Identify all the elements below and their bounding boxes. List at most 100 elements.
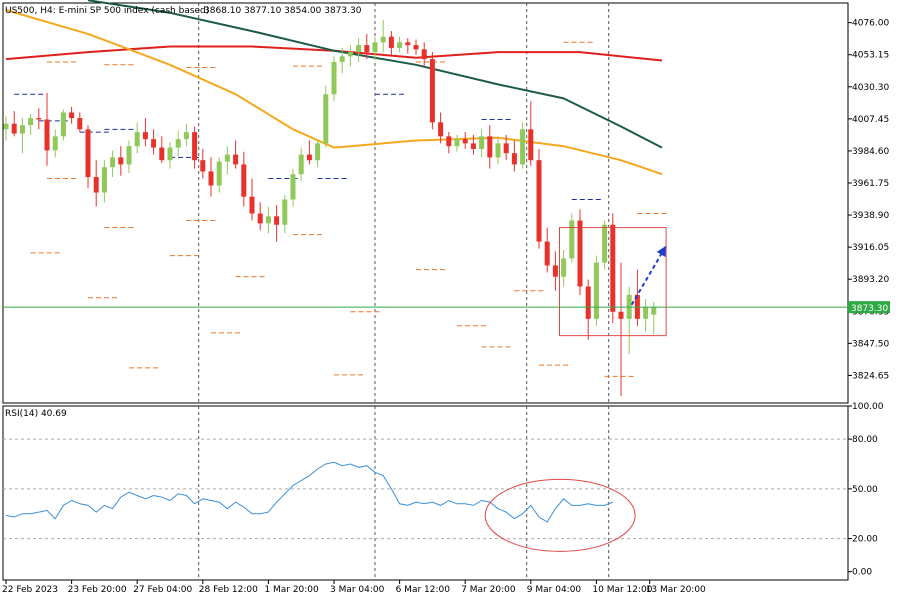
rsi-pane[interactable]: 100.00 80.00 50.00 20.00 0.00 <box>2 402 900 581</box>
candle[interactable] <box>454 134 460 152</box>
x-tick-label: 22 Feb 2023 <box>2 585 58 595</box>
y-tick-label: 3893.20 <box>852 275 889 285</box>
candle[interactable] <box>183 123 189 147</box>
candle[interactable] <box>241 151 247 207</box>
candle[interactable] <box>101 160 107 203</box>
candle[interactable] <box>413 39 419 55</box>
candle[interactable] <box>380 19 386 53</box>
candle[interactable] <box>643 299 649 332</box>
candle-body <box>446 136 452 147</box>
candle-body <box>110 157 116 168</box>
candle-body <box>315 143 321 161</box>
candle[interactable] <box>60 109 66 141</box>
candle[interactable] <box>593 255 599 326</box>
candle-body <box>585 286 591 319</box>
candle[interactable] <box>216 157 222 193</box>
candle[interactable] <box>257 202 263 231</box>
candle[interactable] <box>126 140 132 173</box>
candle[interactable] <box>118 146 124 176</box>
rsi-tick-label: 50.00 <box>852 485 878 495</box>
candle[interactable] <box>388 31 394 57</box>
trading-chart[interactable]: 4076.00 4053.15 4030.30 4007.45 3984.60 3961.… <box>0 0 900 600</box>
candle[interactable] <box>52 129 58 158</box>
candle-body <box>134 132 140 147</box>
candle[interactable] <box>200 148 206 179</box>
candle[interactable] <box>331 56 337 102</box>
y-tick-label: 4053.15 <box>852 51 889 61</box>
candle[interactable] <box>462 132 468 149</box>
candle-body <box>561 258 567 277</box>
candle[interactable] <box>110 150 116 178</box>
candle-body <box>651 307 657 315</box>
candle-body <box>610 224 616 312</box>
candle[interactable] <box>528 101 534 166</box>
price-pane-frame <box>2 2 849 404</box>
candle[interactable] <box>536 148 542 249</box>
candle-body <box>429 59 435 123</box>
candle-body <box>60 112 66 137</box>
candle[interactable] <box>249 178 255 221</box>
candle[interactable] <box>69 106 75 124</box>
candle[interactable] <box>19 118 25 154</box>
price-pane[interactable]: 4076.00 4053.15 4030.30 4007.45 3984.60 3961.… <box>2 0 900 404</box>
candle[interactable] <box>561 250 567 287</box>
candle-body <box>118 157 124 165</box>
candle[interactable] <box>405 38 411 54</box>
candle-body <box>290 174 296 200</box>
candle-body <box>192 132 198 161</box>
candle-body <box>479 136 485 149</box>
candle[interactable] <box>511 140 517 172</box>
candle[interactable] <box>167 141 173 169</box>
candle[interactable] <box>208 157 214 197</box>
candle[interactable] <box>520 122 526 169</box>
candle-body <box>36 118 42 120</box>
candle[interactable] <box>224 146 230 175</box>
candle[interactable] <box>298 147 304 182</box>
candle[interactable] <box>487 125 493 169</box>
candle[interactable] <box>159 136 165 163</box>
candle[interactable] <box>28 113 34 135</box>
candle[interactable] <box>265 206 271 234</box>
candle[interactable] <box>421 42 427 67</box>
candle-body <box>167 147 173 161</box>
candle[interactable] <box>323 85 329 148</box>
candle-body <box>44 119 50 151</box>
candle[interactable] <box>175 130 181 156</box>
candle[interactable] <box>36 108 42 130</box>
candle[interactable] <box>446 132 452 154</box>
candle[interactable] <box>282 195 288 234</box>
candle[interactable] <box>315 139 321 168</box>
candle-body <box>183 132 189 140</box>
candle[interactable] <box>11 111 17 137</box>
candle[interactable] <box>544 227 550 273</box>
candle[interactable] <box>142 118 148 147</box>
x-tick-label: 13 Mar 20:00 <box>646 585 706 595</box>
y-tick-label: 3916.05 <box>852 243 889 253</box>
candle[interactable] <box>44 92 50 166</box>
candle[interactable] <box>85 125 91 189</box>
candle[interactable] <box>585 279 591 340</box>
candle[interactable] <box>552 251 558 291</box>
candle[interactable] <box>610 213 616 323</box>
candle[interactable] <box>577 209 583 295</box>
candle[interactable] <box>290 168 296 207</box>
y-tick-label: 4007.45 <box>852 115 889 125</box>
candle[interactable] <box>479 129 485 158</box>
candle[interactable] <box>306 140 312 165</box>
candle[interactable] <box>347 45 353 67</box>
candle[interactable] <box>495 136 501 165</box>
candle[interactable] <box>3 116 9 141</box>
candle[interactable] <box>93 160 99 207</box>
candle[interactable] <box>77 112 83 133</box>
candle-body <box>643 307 649 319</box>
candle[interactable] <box>626 286 632 354</box>
candle[interactable] <box>429 52 435 130</box>
candle[interactable] <box>233 140 239 169</box>
candle[interactable] <box>397 36 403 53</box>
candle[interactable] <box>274 205 280 242</box>
candle[interactable] <box>569 213 575 263</box>
candle[interactable] <box>356 38 362 62</box>
candle[interactable] <box>151 129 157 155</box>
candle[interactable] <box>134 122 140 154</box>
candle[interactable] <box>192 126 198 169</box>
